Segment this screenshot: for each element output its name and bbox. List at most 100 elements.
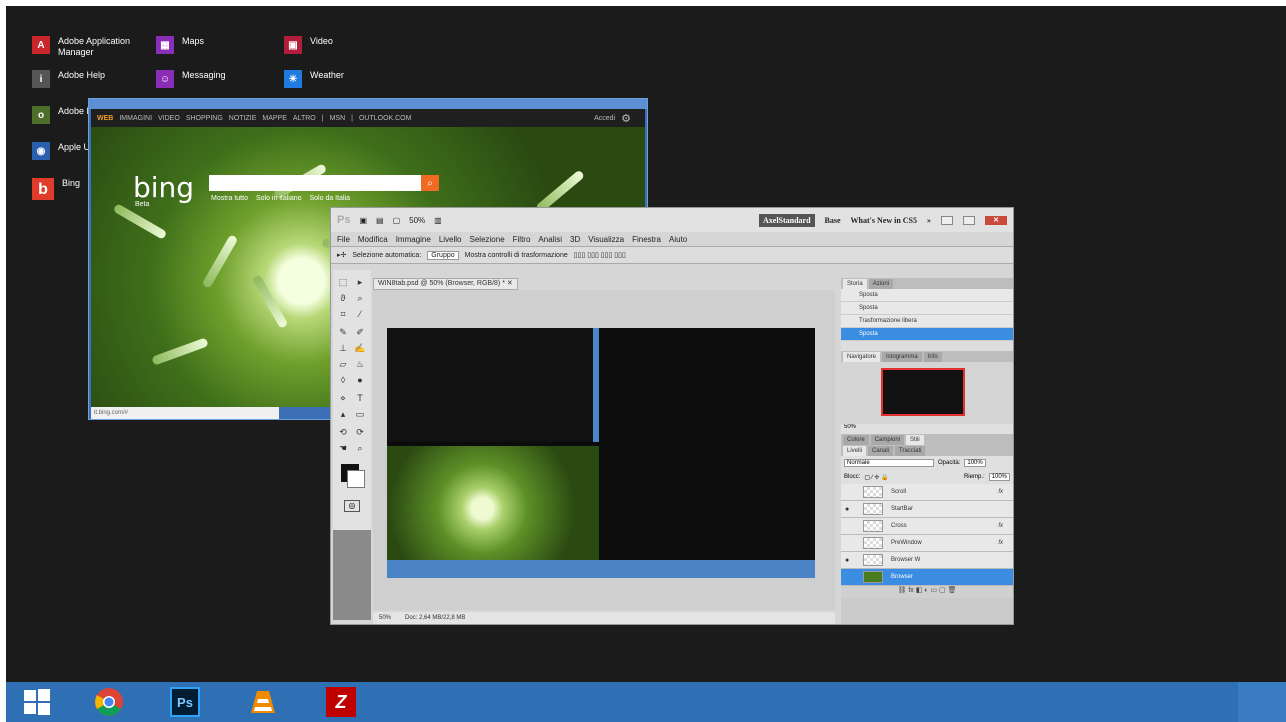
tab-tracciati[interactable]: Tracciati — [895, 446, 926, 456]
layer-row[interactable]: ● StartBar — [841, 501, 1013, 518]
radio-solo-italia[interactable]: Solo da Italia — [310, 195, 350, 202]
layer-row[interactable]: Cross fx — [841, 518, 1013, 535]
nav-shopping[interactable]: SHOPPING — [186, 115, 223, 122]
quick-select-tool-icon[interactable]: ⌕ — [353, 292, 367, 304]
blur-tool-icon[interactable]: ◊ — [336, 374, 350, 386]
menu-file[interactable]: File — [337, 235, 350, 244]
3d-rotate-tool-icon[interactable]: ⟲ — [336, 426, 350, 438]
windows-logo-icon[interactable] — [8, 682, 66, 722]
layer-row[interactable]: PreWindow fx — [841, 535, 1013, 552]
navigator-zoom[interactable]: 50% — [841, 424, 1013, 434]
workspace-base[interactable]: Base — [825, 216, 841, 225]
crop-tool-icon[interactable]: ⌗ — [336, 308, 350, 320]
quick-mask-icon[interactable]: ◎ — [344, 500, 360, 512]
show-transform-checkbox[interactable]: Mostra controlli di trasformazione — [465, 252, 568, 259]
tab-livelli[interactable]: Livelli — [843, 446, 867, 456]
nav-immagini[interactable]: IMMAGINI — [119, 115, 152, 122]
nav-mappe[interactable]: MAPPE — [262, 115, 287, 122]
menu-livello[interactable]: Livello — [439, 235, 462, 244]
navigator-preview[interactable] — [841, 362, 1013, 424]
3d-orbit-tool-icon[interactable]: ⟳ — [353, 426, 367, 438]
nav-msn[interactable]: MSN — [330, 115, 346, 122]
type-tool-icon[interactable]: T — [353, 392, 367, 404]
tab-stili[interactable]: Stili — [906, 435, 924, 445]
nav-web[interactable]: WEB — [97, 115, 113, 122]
fx-icon[interactable]: fx — [998, 489, 1003, 495]
blend-mode-dropdown[interactable]: Normale — [844, 459, 934, 467]
signin-link[interactable]: Accedi — [594, 115, 615, 122]
bridge-icon[interactable]: ▣ — [359, 216, 367, 225]
lock-icons[interactable]: ▢ ⁄ ✢ 🔒 — [864, 474, 888, 481]
tile-messaging[interactable]: ☺ Messaging — [156, 70, 260, 88]
menu-3d[interactable]: 3D — [570, 235, 580, 244]
chrome-icon[interactable] — [80, 682, 138, 722]
menu-analisi[interactable]: Analisi — [538, 235, 562, 244]
shape-tool-icon[interactable]: ▭ — [353, 408, 367, 420]
menu-selezione[interactable]: Selezione — [470, 235, 505, 244]
workspace-whats-new[interactable]: What's New in CS5 — [851, 216, 917, 225]
background-color[interactable] — [347, 470, 365, 488]
tile-maps[interactable]: ▦ Maps — [156, 36, 260, 54]
minimize-button[interactable] — [941, 215, 953, 225]
tab-canali[interactable]: Canali — [868, 446, 894, 456]
brush-tool-icon[interactable]: ✐ — [353, 326, 367, 338]
tab-istogramma[interactable]: Istogramma — [882, 352, 922, 362]
bing-search-input[interactable] — [209, 175, 439, 191]
layer-row[interactable]: Browser — [841, 569, 1013, 586]
nav-notizie[interactable]: NOTIZIE — [229, 115, 257, 122]
layer-row[interactable]: ● Browser W — [841, 552, 1013, 569]
tab-info[interactable]: Info — [923, 352, 942, 362]
tab-navigatore[interactable]: Navigatore — [843, 352, 881, 362]
layer-actions[interactable]: ⛓ fx ◧ ◐ ▭ ▢ 🗑 — [841, 586, 1013, 598]
tile-video[interactable]: ▣ Video — [284, 36, 388, 54]
hand-tool-icon[interactable]: ☚ — [336, 442, 350, 454]
photoshop-icon[interactable]: Ps — [156, 682, 214, 722]
close-button[interactable]: ✕ — [985, 215, 1007, 225]
nav-outlook[interactable]: OUTLOOK.COM — [359, 115, 412, 122]
menu-finestra[interactable]: Finestra — [632, 235, 661, 244]
fx-icon[interactable]: fx — [998, 523, 1003, 529]
history-brush-icon[interactable]: ✍ — [353, 342, 367, 354]
menu-modifica[interactable]: Modifica — [358, 235, 388, 244]
fill-input[interactable]: 100% — [988, 473, 1010, 481]
search-icon[interactable]: ⌕ — [421, 175, 439, 191]
history-item[interactable]: Sposta — [841, 328, 1013, 341]
browser-title-bar[interactable] — [89, 99, 647, 109]
marquee-tool-icon[interactable]: ⬚ — [336, 276, 350, 288]
minibridge-icon[interactable]: ▤ — [376, 216, 384, 225]
tile-weather[interactable]: ☀ Weather — [284, 70, 388, 88]
menu-immagine[interactable]: Immagine — [396, 235, 431, 244]
radio-mostra-tutto[interactable]: Mostra tutto — [211, 195, 248, 202]
status-zoom[interactable]: 50% — [379, 615, 391, 621]
fx-icon[interactable]: fx — [998, 540, 1003, 546]
filezilla-icon[interactable]: Z — [312, 682, 370, 722]
document-tab[interactable]: WIN8tab.psd @ 50% (Browser, RGB/8) * ✕ — [373, 278, 518, 290]
tab-azioni[interactable]: Azioni — [868, 279, 894, 289]
history-item[interactable]: Sposta — [841, 289, 1013, 302]
photoshop-window[interactable]: Ps ▣ ▤ ▢ 50% ▥ AxelStandard Base What's … — [330, 207, 1014, 625]
opacity-input[interactable]: 100% — [964, 459, 986, 467]
workspace-axelstandard[interactable]: AxelStandard — [758, 213, 815, 227]
menu-aiuto[interactable]: Aiuto — [669, 235, 687, 244]
lasso-tool-icon[interactable]: ϑ — [336, 292, 350, 304]
tab-storia[interactable]: Storia — [843, 279, 867, 289]
layer-row[interactable]: Scroll fx — [841, 484, 1013, 501]
screen-mode-icon[interactable]: ▢ — [393, 216, 401, 225]
nav-altro[interactable]: ALTRO — [293, 115, 316, 122]
dodge-tool-icon[interactable]: ● — [353, 374, 367, 386]
move-tool-icon[interactable]: ▸ — [353, 276, 367, 288]
navigator-view-box[interactable] — [881, 368, 965, 416]
arrange-documents-icon[interactable]: ▥ — [434, 216, 442, 225]
tab-campioni[interactable]: Campioni — [870, 435, 905, 445]
history-item[interactable]: Trasformazione libera — [841, 315, 1013, 328]
tile-adobe-help[interactable]: i Adobe Help — [32, 70, 136, 88]
show-desktop-area[interactable] — [1238, 682, 1286, 722]
visibility-icon[interactable]: ● — [845, 506, 855, 513]
nav-video[interactable]: VIDEO — [158, 115, 180, 122]
visibility-icon[interactable]: ● — [845, 557, 855, 564]
menu-filtro[interactable]: Filtro — [513, 235, 531, 244]
bucket-tool-icon[interactable]: ♨ — [353, 358, 367, 370]
path-select-tool-icon[interactable]: ▴ — [336, 408, 350, 420]
history-item[interactable]: Sposta — [841, 302, 1013, 315]
tab-colore[interactable]: Colore — [843, 435, 869, 445]
